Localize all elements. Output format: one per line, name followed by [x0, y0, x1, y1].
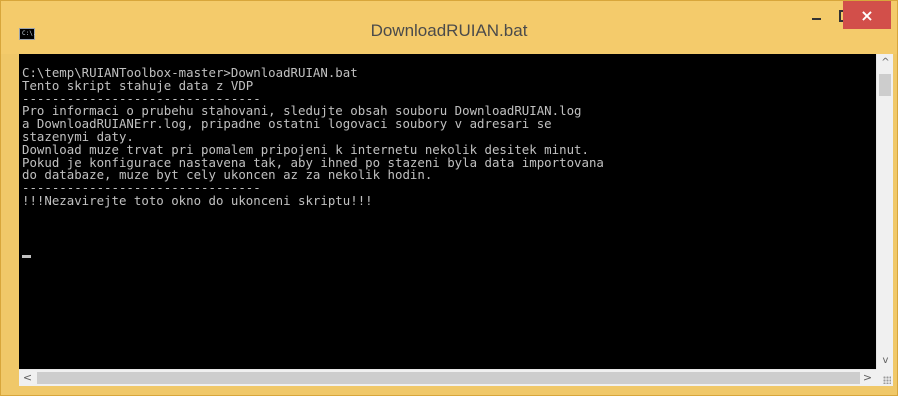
- horizontal-scroll-thumb[interactable]: [37, 372, 860, 384]
- close-button[interactable]: ×: [843, 1, 891, 29]
- text-cursor: [22, 255, 31, 258]
- console-output-area[interactable]: C:\temp\RUIANToolbox-master>DownloadRUIA…: [19, 54, 876, 369]
- console-window: C:\. DownloadRUIAN.bat × C:\temp\RUIANTo…: [0, 0, 898, 396]
- horizontal-scrollbar[interactable]: < >: [19, 369, 876, 386]
- window-title: DownloadRUIAN.bat: [370, 21, 528, 40]
- title-bar[interactable]: C:\. DownloadRUIAN.bat ×: [1, 1, 897, 54]
- resize-corner[interactable]: [876, 369, 893, 386]
- console-text: C:\temp\RUIANToolbox-master>DownloadRUIA…: [22, 65, 604, 208]
- vertical-scroll-thumb[interactable]: [879, 74, 891, 96]
- scroll-left-icon[interactable]: <: [19, 370, 36, 387]
- resize-grip-icon[interactable]: [883, 376, 891, 384]
- minimize-button[interactable]: [801, 1, 831, 30]
- vertical-scrollbar[interactable]: ^ v: [876, 54, 893, 369]
- scroll-down-icon[interactable]: v: [877, 352, 894, 369]
- minimize-icon: [811, 17, 821, 20]
- scroll-right-icon[interactable]: >: [859, 370, 876, 387]
- scroll-up-icon[interactable]: ^: [877, 54, 894, 71]
